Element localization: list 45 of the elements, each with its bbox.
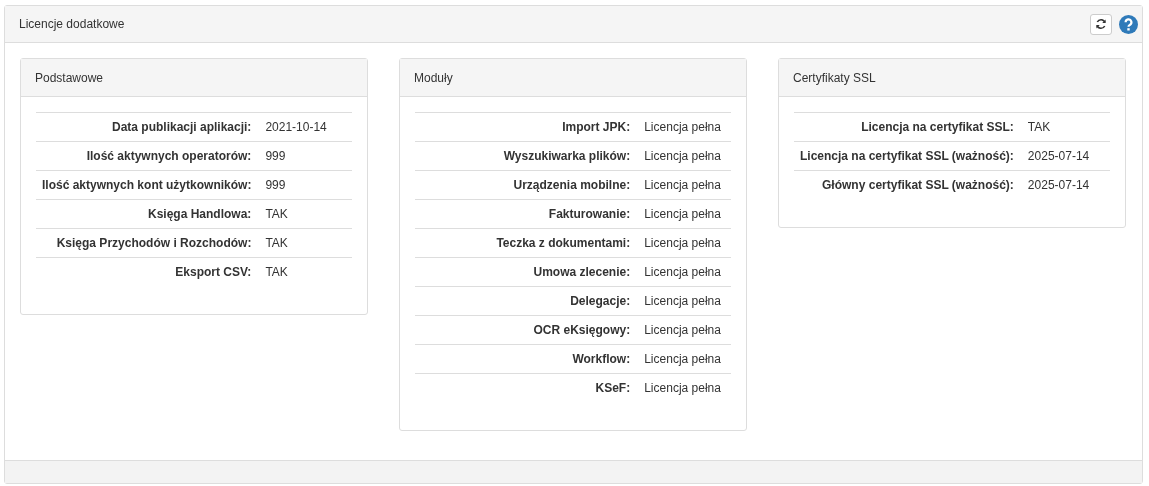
field-value: 2025-07-14 [1027, 178, 1090, 192]
field-value: 2025-07-14 [1027, 149, 1090, 163]
panel-title: Licencje dodatkowe [19, 17, 125, 31]
field-label: Licencja na certyfikat SSL (ważność): [800, 149, 1014, 163]
field-label: KSeF: [595, 381, 631, 395]
refresh-button[interactable] [1090, 13, 1112, 35]
field-label: OCR eKsięgowy: [533, 323, 631, 337]
field-value: Licencja pełna [644, 294, 721, 308]
field-value: Licencja pełna [644, 352, 721, 366]
field-value: TAK [265, 236, 288, 250]
field-value: 999 [265, 178, 286, 192]
field-value: TAK [1027, 120, 1051, 134]
field-label: Ilość aktywnych kont użytkowników: [42, 178, 252, 192]
field-label: Umowa zlecenie: [533, 265, 631, 279]
field-value: Licencja pełna [644, 120, 721, 134]
field-label: Eksport CSV: [175, 265, 252, 279]
field-label: Fakturowanie: [548, 207, 631, 221]
field-value: Licencja pełna [644, 265, 721, 279]
field-label: Data publikacji aplikacji: [112, 120, 252, 134]
field-value: Licencja pełna [644, 323, 721, 337]
field-value: Licencja pełna [644, 236, 721, 250]
card-title: Moduły [414, 70, 453, 85]
card-title: Podstawowe [35, 70, 104, 85]
help-icon[interactable] [1119, 14, 1138, 34]
refresh-icon [1095, 18, 1107, 30]
field-value: 2021-10-14 [265, 120, 327, 134]
field-label: Urządzenia mobilne: [513, 178, 631, 192]
field-label: Import JPK: [562, 120, 631, 134]
field-value: TAK [265, 207, 288, 221]
field-label: Księga Przychodów i Rozchodów: [56, 236, 252, 250]
field-value: 999 [265, 149, 286, 163]
field-value: Licencja pełna [644, 207, 721, 221]
field-label: Ilość aktywnych operatorów: [86, 149, 252, 163]
field-label: Workflow: [572, 352, 631, 366]
field-label: Teczka z dokumentami: [496, 236, 631, 250]
field-label: Licencja na certyfikat SSL: [861, 120, 1014, 134]
field-label: Delegacje: [570, 294, 631, 308]
field-label: Wyszukiwarka plików: [503, 149, 631, 163]
field-value: Licencja pełna [644, 149, 721, 163]
card-title: Certyfikaty SSL [793, 70, 876, 85]
field-label: Księga Handlowa: [148, 207, 252, 221]
field-value: TAK [265, 265, 288, 279]
field-label: Główny certyfikat SSL (ważność): [822, 178, 1014, 192]
field-value: Licencja pełna [644, 381, 721, 395]
field-value: Licencja pełna [644, 178, 721, 192]
